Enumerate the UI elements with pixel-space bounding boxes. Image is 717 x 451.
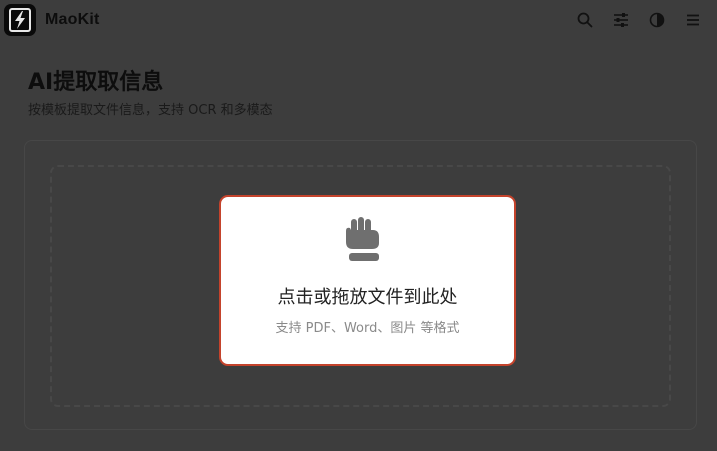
dropzone-title: 点击或拖放文件到此处 xyxy=(277,287,458,308)
grab-hand-icon xyxy=(346,217,379,261)
search-button[interactable] xyxy=(567,9,603,31)
page-title: AI提取取信息 xyxy=(28,70,164,95)
page-subtitle: 按模板提取文件信息，支持 OCR 和多模态 xyxy=(28,103,273,118)
dropzone-hint: 支持 PDF、Word、图片 等格式 xyxy=(275,321,460,336)
toolbar-icons xyxy=(567,9,711,31)
search-icon xyxy=(577,12,593,28)
brand-name: MaoKit xyxy=(45,11,100,28)
logo[interactable] xyxy=(4,4,36,36)
theme-toggle-button[interactable] xyxy=(639,9,675,31)
lightning-bolt-icon xyxy=(9,8,31,32)
settings-button[interactable] xyxy=(603,9,639,31)
menu-button[interactable] xyxy=(675,9,711,31)
sliders-icon xyxy=(614,13,628,27)
menu-icon xyxy=(687,14,699,26)
top-bar: MaoKit xyxy=(0,0,717,42)
theme-contrast-icon xyxy=(649,12,665,28)
app-root: MaoKit AI提取取信息 按模板提取文件信息，支持 OCR 和多模态 点击或… xyxy=(0,0,717,451)
upload-drop-target[interactable]: 点击或拖放文件到此处 支持 PDF、Word、图片 等格式 xyxy=(219,195,516,366)
